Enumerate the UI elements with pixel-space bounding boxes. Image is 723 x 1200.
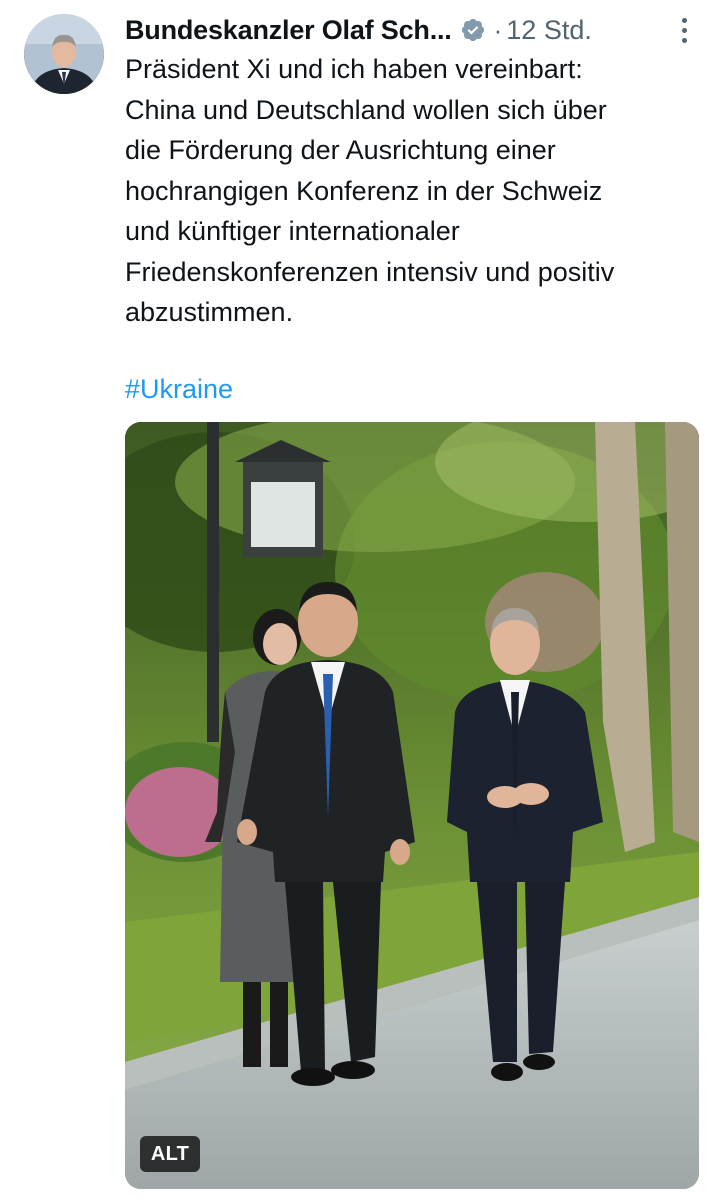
tweet-timestamp[interactable]: 12 Std. [506, 15, 592, 46]
separator-dot: · [493, 14, 503, 45]
tweet-photo[interactable] [125, 422, 699, 1189]
author-name[interactable]: Bundeskanzler Olaf Sch... [125, 15, 452, 46]
tweet-text-line: Friedenskonferenzen intensiv und positiv [125, 256, 615, 287]
hashtag-link[interactable]: #Ukraine [125, 369, 233, 409]
tweet-text-line: China und Deutschland wollen sich über [125, 94, 607, 125]
tweet-text-line: die Förderung der Ausrichtung einer [125, 135, 556, 165]
tweet-text-line: hochrangigen Konferenz in der Schweiz [125, 175, 603, 206]
tweet-text-line: abzustimmen. [125, 297, 294, 327]
alt-text-badge[interactable]: ALT [140, 1136, 200, 1172]
tweet-text: Präsident Xi und ich haben vereinbart: C… [125, 49, 710, 333]
tweet-header: Bundeskanzler Olaf Sch... · 12 Std. [125, 10, 705, 50]
verified-badge-icon [461, 18, 484, 42]
more-vertical-icon[interactable] [672, 14, 696, 46]
photo-illustration [125, 422, 699, 1189]
tweet-text-line: und künftiger internationaler [125, 216, 460, 246]
avatar-image [24, 14, 104, 94]
tweet-text-line: Präsident Xi und ich haben vereinbart: [125, 54, 583, 84]
avatar[interactable] [24, 14, 104, 94]
